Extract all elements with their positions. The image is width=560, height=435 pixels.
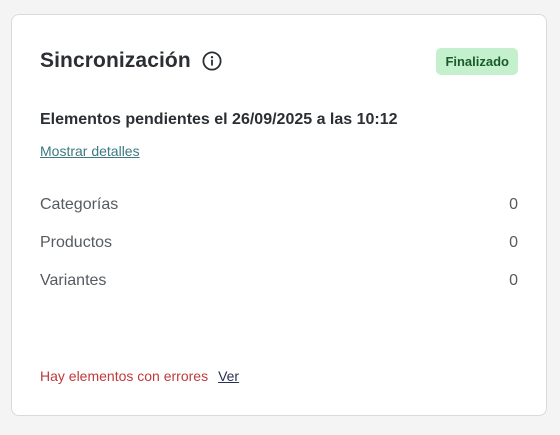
- error-message: Hay elementos con errores: [40, 368, 209, 384]
- status-badge: Finalizado: [436, 47, 518, 75]
- stat-value: 0: [509, 196, 518, 213]
- stat-value: 0: [509, 272, 518, 289]
- view-errors-link[interactable]: Ver: [218, 368, 239, 384]
- stat-row-products: Productos 0: [40, 234, 518, 252]
- sync-card: Sincronización Finalizado Elementos pend…: [11, 14, 547, 416]
- card-header: Sincronización Finalizado: [40, 46, 518, 76]
- stat-label: Productos: [40, 234, 113, 251]
- show-details-link[interactable]: Mostrar detalles: [40, 143, 140, 159]
- info-icon[interactable]: [202, 51, 222, 71]
- card-title: Sincronización: [40, 49, 191, 72]
- stat-row-variants: Variantes 0: [40, 272, 518, 290]
- title-group: Sincronización: [40, 49, 222, 73]
- stat-value: 0: [509, 234, 518, 251]
- stat-row-categories: Categorías 0: [40, 196, 518, 214]
- stat-label: Variantes: [40, 272, 107, 289]
- stat-label: Categorías: [40, 196, 119, 213]
- pending-items-text: Elementos pendientes el 26/09/2025 a las…: [40, 111, 398, 128]
- error-footer: Hay elementos con errores Ver: [40, 368, 239, 384]
